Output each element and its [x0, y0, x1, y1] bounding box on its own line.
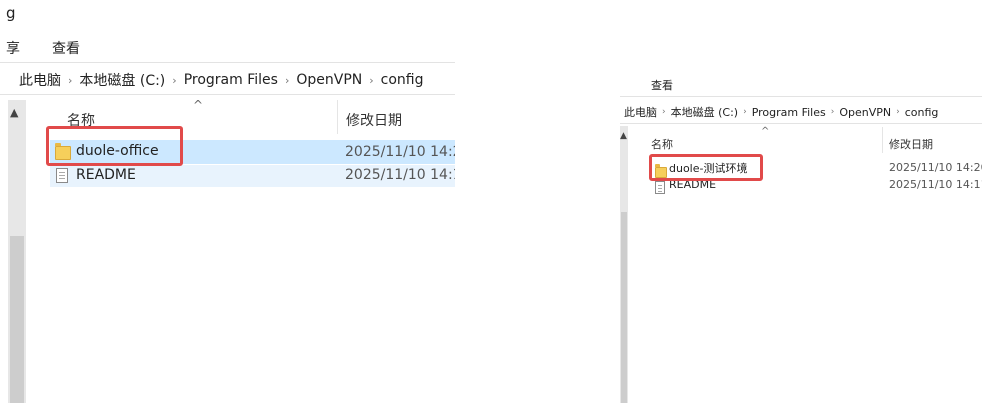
- file-name[interactable]: README: [76, 167, 136, 183]
- right-explorer-window: 查看 此电脑 › 本地磁盘 (C:) › Program Files › Ope…: [620, 0, 982, 403]
- annotation-highlight-box: [649, 154, 763, 181]
- chevron-right-icon: ›: [662, 107, 666, 117]
- chevron-right-icon: ›: [830, 107, 835, 117]
- breadcrumb[interactable]: 此电脑 › 本地磁盘 (C:) › Program Files › OpenVP…: [624, 104, 938, 120]
- addressbar-divider: [620, 123, 982, 124]
- file-modified-date: 2025/11/10 14:1: [345, 167, 455, 183]
- scroll-up-icon[interactable]: ▲: [10, 106, 18, 119]
- chevron-right-icon: ›: [896, 107, 900, 117]
- file-modified-date: 2025/11/10 14:20: [889, 161, 982, 174]
- breadcrumb-program-files[interactable]: Program Files: [184, 72, 278, 88]
- breadcrumb-this-pc[interactable]: 此电脑: [624, 104, 657, 120]
- chevron-right-icon: ›: [68, 73, 73, 87]
- column-header-modified[interactable]: 修改日期: [889, 136, 933, 152]
- addressbar-divider: [0, 94, 455, 95]
- sort-ascending-icon: ^: [193, 98, 204, 112]
- ribbon-divider: [620, 96, 982, 97]
- file-modified-date: 2025/11/10 14:11: [889, 178, 982, 191]
- breadcrumb-openvpn[interactable]: OpenVPN: [296, 72, 362, 88]
- scrollbar-thumb[interactable]: [10, 236, 24, 403]
- breadcrumb[interactable]: 此电脑 › 本地磁盘 (C:) › Program Files › OpenVP…: [19, 70, 423, 90]
- scrollbar-thumb[interactable]: [621, 212, 627, 403]
- chevron-right-icon: ›: [172, 73, 177, 87]
- menu-share[interactable]: 享: [6, 38, 20, 58]
- sort-ascending-icon: ^: [761, 126, 770, 137]
- scroll-up-icon[interactable]: ▲: [620, 131, 627, 141]
- breadcrumb-config[interactable]: config: [381, 72, 424, 88]
- chevron-right-icon: ›: [284, 73, 290, 87]
- breadcrumb-local-disk[interactable]: 本地磁盘 (C:): [79, 70, 165, 90]
- menu-view[interactable]: 查看: [52, 38, 80, 58]
- left-explorer-window: g 享 查看 此电脑 › 本地磁盘 (C:) › Program Files ›…: [0, 0, 455, 403]
- column-separator[interactable]: [882, 127, 883, 153]
- chevron-right-icon: ›: [743, 107, 747, 117]
- file-modified-date: 2025/11/10 14:2: [345, 144, 455, 160]
- breadcrumb-config[interactable]: config: [905, 106, 939, 119]
- document-icon: [655, 181, 665, 194]
- breadcrumb-openvpn[interactable]: OpenVPN: [839, 106, 891, 119]
- file-row[interactable]: README 2025/11/10 14:1: [50, 165, 455, 187]
- chevron-right-icon: ›: [369, 73, 374, 87]
- column-separator[interactable]: [337, 100, 338, 134]
- column-header-modified[interactable]: 修改日期: [346, 110, 402, 130]
- menu-view[interactable]: 查看: [651, 77, 673, 93]
- breadcrumb-this-pc[interactable]: 此电脑: [19, 70, 61, 90]
- document-icon: [56, 168, 68, 183]
- breadcrumb-local-disk[interactable]: 本地磁盘 (C:): [671, 104, 738, 120]
- window-title-fragment: g: [6, 4, 16, 22]
- column-header-name[interactable]: 名称: [651, 136, 673, 152]
- ribbon-divider: [0, 62, 455, 63]
- annotation-highlight-box: [46, 126, 183, 166]
- breadcrumb-program-files[interactable]: Program Files: [752, 106, 826, 119]
